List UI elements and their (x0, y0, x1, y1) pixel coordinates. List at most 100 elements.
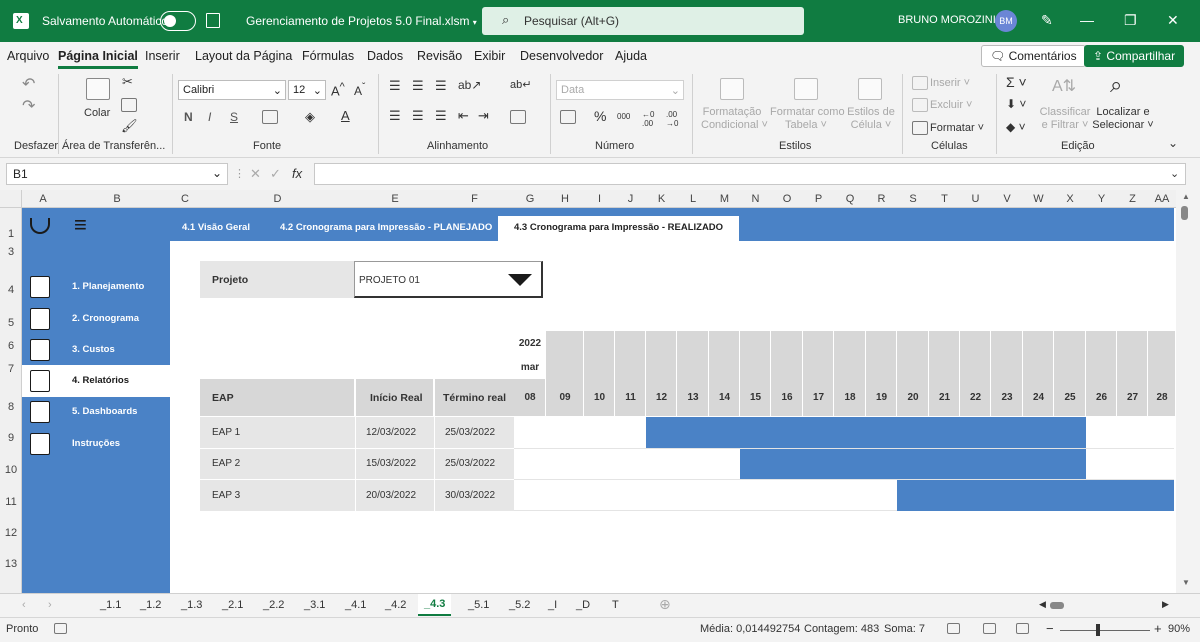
comments-button[interactable]: 🗨 Comentários (981, 45, 1086, 67)
fill-color-icon[interactable]: ◈ (305, 109, 315, 125)
font-size-select[interactable]: 12 ⌄ (288, 80, 326, 100)
file-name[interactable]: Gerenciamento de Projetos 5.0 Final.xlsm… (246, 14, 477, 28)
decrease-decimal-icon[interactable]: .00 →0 (666, 110, 678, 128)
ribbon-collapse-icon[interactable]: ⌄ (1168, 136, 1178, 150)
row-header[interactable]: 4 (0, 284, 22, 296)
row-header[interactable]: 13 (0, 558, 22, 570)
tab-ajuda[interactable]: Ajuda (615, 49, 647, 63)
enter-icon[interactable]: ✓ (270, 166, 281, 182)
user-name[interactable]: BRUNO MOROZINI (898, 14, 996, 26)
align-center-icon[interactable]: ☰ (412, 108, 424, 124)
row-header[interactable]: 8 (0, 401, 22, 413)
row-header[interactable]: 3 (0, 246, 22, 258)
thousands-icon[interactable]: 000 (617, 112, 630, 121)
autosum-icon[interactable]: Σ ˅ (1006, 74, 1027, 90)
indent-icon[interactable]: ⇤ (458, 108, 469, 124)
nav-item-relatorios[interactable]: 4. Relatórios (22, 365, 170, 397)
nav-item-planejamento[interactable]: 1. Planejamento (22, 271, 170, 303)
borders-icon[interactable] (262, 110, 278, 124)
fill-icon[interactable]: ⬇ ˅ (1006, 97, 1026, 111)
column-header[interactable]: W (1023, 193, 1054, 205)
sheet-tab[interactable]: _4.2 (385, 599, 406, 611)
avatar[interactable]: BM (995, 10, 1017, 32)
sheet-tab[interactable]: _I (548, 599, 557, 611)
format-table-button[interactable]: Formatar como Tabela ˅ (770, 106, 845, 132)
column-header[interactable]: M (709, 193, 740, 205)
tab-pagina-inicial[interactable]: Página Inicial (58, 49, 138, 69)
find-select-button[interactable]: Localizar e Selecionar ˅ (1092, 106, 1154, 132)
row-header[interactable]: 7 (0, 363, 22, 375)
align-top-icon[interactable]: ☰ (389, 78, 401, 94)
wrap-text-icon[interactable]: ab↵ (510, 78, 531, 91)
align-bottom-icon[interactable]: ☰ (435, 78, 447, 94)
format-cells-icon[interactable] (912, 121, 928, 135)
normal-view-icon[interactable] (947, 623, 960, 634)
row-header[interactable]: 6 (0, 340, 22, 352)
share-button[interactable]: ⇪ Compartilhar (1084, 45, 1185, 67)
sheet-tab[interactable]: _1.3 (181, 599, 202, 611)
tab-layout[interactable]: Layout da Página (195, 49, 292, 63)
column-header[interactable]: V (991, 193, 1023, 205)
column-header[interactable]: F (435, 193, 514, 205)
column-header[interactable]: C (170, 193, 200, 205)
project-select[interactable]: PROJETO 01 (354, 261, 543, 298)
nav-item-instrucoes[interactable]: Instruções (22, 428, 170, 460)
align-middle-icon[interactable]: ☰ (412, 78, 424, 94)
tab-inserir[interactable]: Inserir (145, 49, 180, 63)
column-header[interactable]: L (677, 193, 709, 205)
format-table-icon[interactable] (794, 78, 818, 100)
sheet-tab[interactable]: _5.1 (468, 599, 489, 611)
select-all-corner[interactable] (0, 190, 22, 208)
page-layout-icon[interactable] (983, 623, 996, 634)
tab-revisao[interactable]: Revisão (417, 49, 462, 63)
search-input[interactable]: ⌕ Pesquisar (Alt+G) (482, 7, 804, 35)
column-header[interactable]: E (355, 193, 435, 205)
tab-realizado[interactable]: 4.3 Cronograma para Impressão - REALIZAD… (498, 216, 740, 241)
page-break-icon[interactable] (1016, 623, 1029, 634)
column-header[interactable]: G (514, 193, 546, 205)
row-header[interactable]: 10 (0, 464, 22, 476)
column-header[interactable]: T (929, 193, 960, 205)
cancel-icon[interactable]: ✕ (250, 166, 261, 182)
status-sum[interactable]: Soma: 7 (884, 623, 925, 635)
increase-decimal-icon[interactable]: ←0.00 (642, 110, 654, 128)
italic-icon[interactable]: I (208, 110, 211, 124)
sheet-tab[interactable]: _4.1 (345, 599, 366, 611)
sheet-tab[interactable]: _1.1 (100, 599, 121, 611)
column-header[interactable]: X (1054, 193, 1086, 205)
column-header[interactable]: R (866, 193, 897, 205)
minimize-icon[interactable]: — (1080, 12, 1094, 28)
cell-styles-button[interactable]: Estilos de Célula ˅ (846, 106, 896, 132)
column-header[interactable]: J (615, 193, 646, 205)
align-left-icon[interactable]: ☰ (389, 108, 401, 124)
sheet-tab[interactable]: _2.2 (263, 599, 284, 611)
scroll-down-icon[interactable]: ▼ (1182, 578, 1190, 587)
find-icon[interactable]: ⌕ (1110, 72, 1122, 98)
percent-icon[interactable]: % (594, 108, 606, 124)
autosave-toggle[interactable] (160, 11, 196, 31)
insert-cells-button[interactable]: Inserir ˅ (930, 77, 970, 89)
column-header[interactable]: AA (1148, 193, 1176, 205)
zoom-slider[interactable] (1060, 630, 1150, 631)
column-header[interactable]: Q (834, 193, 866, 205)
add-sheet-icon[interactable]: ⊕ (659, 596, 671, 613)
conditional-format-button[interactable]: Formatação Condicional ˅ (701, 106, 768, 132)
undo-icon[interactable]: ↶ (22, 74, 35, 94)
column-header[interactable]: Z (1117, 193, 1148, 205)
cell-styles-icon[interactable] (858, 78, 882, 100)
zoom-level[interactable]: 90% (1168, 623, 1190, 635)
zoom-in-icon[interactable]: + (1154, 621, 1162, 636)
hscroll-right-icon[interactable]: ▶ (1162, 599, 1169, 610)
zoom-out-icon[interactable]: − (1046, 621, 1054, 636)
expand-formula-icon[interactable]: ⌄ (1170, 167, 1179, 180)
zoom-slider-thumb[interactable] (1096, 624, 1100, 636)
column-header[interactable]: A (22, 193, 64, 205)
row-header[interactable]: 1 (0, 228, 22, 240)
sheet-tab[interactable]: _3.1 (304, 599, 325, 611)
cut-icon[interactable]: ✂ (122, 74, 133, 90)
column-header[interactable]: I (584, 193, 615, 205)
scroll-up-icon[interactable]: ▲ (1182, 192, 1190, 201)
column-header[interactable]: O (771, 193, 803, 205)
font-color-icon[interactable]: A (341, 108, 350, 123)
status-average[interactable]: Média: 0,014492754 (700, 623, 800, 635)
